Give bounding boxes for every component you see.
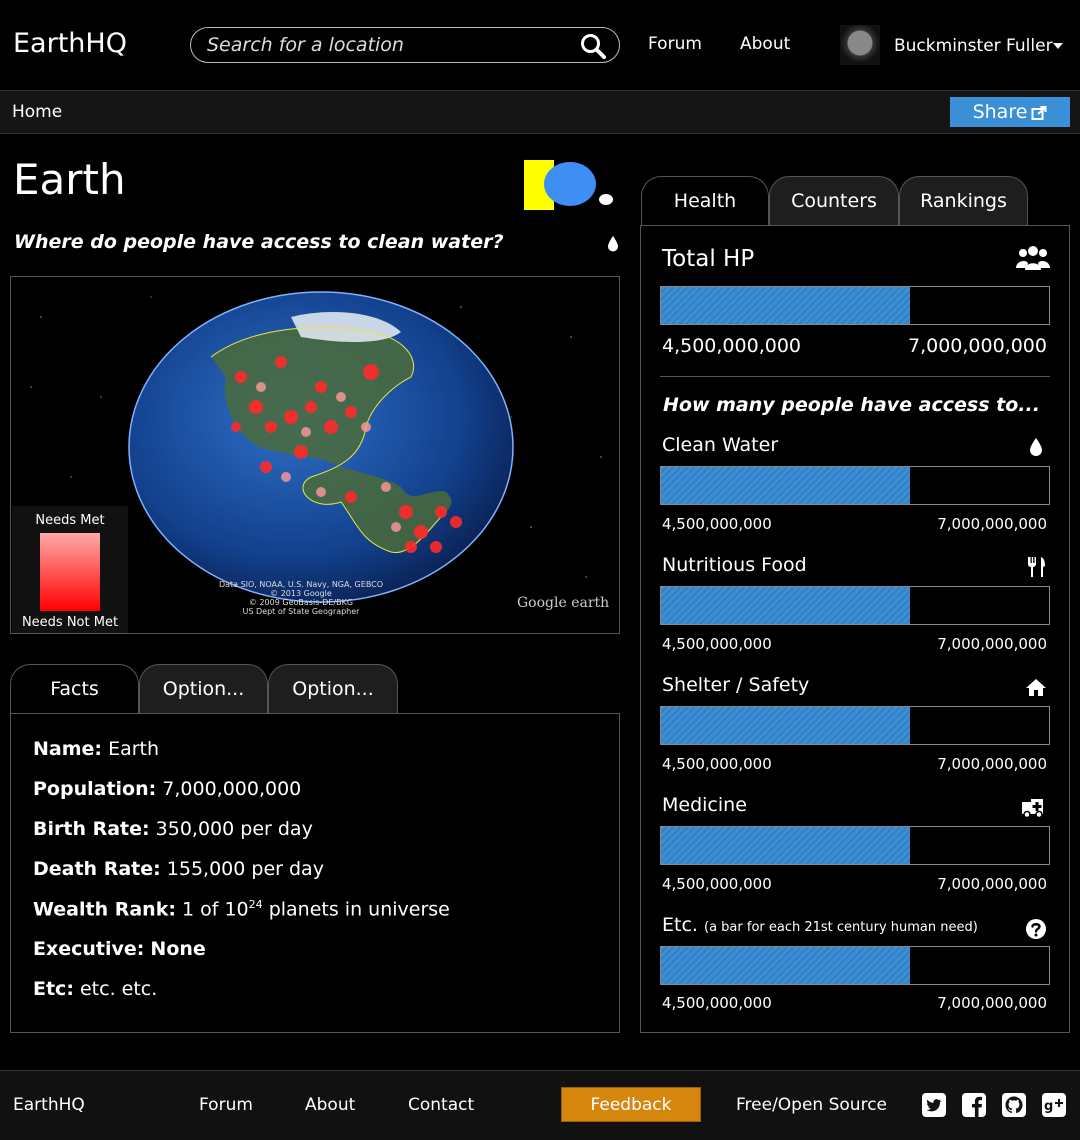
- group-icon: [1016, 246, 1050, 270]
- bar-max-nutritious-food: 7,000,000,000: [937, 635, 1047, 653]
- chevron-down-icon[interactable]: [1053, 43, 1063, 49]
- logo[interactable]: EarthHQ: [13, 28, 127, 59]
- page-title: Earth: [13, 155, 126, 204]
- footer-forum-link[interactable]: Forum: [199, 1095, 253, 1115]
- footer-logo[interactable]: EarthHQ: [13, 1095, 85, 1115]
- share-label: Share: [972, 101, 1028, 123]
- breadcrumb-bar: Home Share: [0, 90, 1080, 134]
- tab-rankings[interactable]: Rankings: [899, 176, 1028, 226]
- footer-contact-link[interactable]: Contact: [408, 1095, 474, 1115]
- need-label-etc: Etc. (a bar for each 21st century human …: [662, 914, 978, 936]
- location-flag: [524, 160, 619, 210]
- share-button[interactable]: Share: [950, 97, 1070, 127]
- legend-needs-met: Needs Met: [35, 513, 105, 528]
- tab-facts[interactable]: Facts: [10, 664, 139, 714]
- fact-executive: Executive: None: [33, 938, 206, 960]
- map-credit: Data SIO, NOAA, U.S. Navy, NGA, GEBCO © …: [218, 580, 384, 616]
- bar-min-shelter: 4,500,000,000: [662, 755, 772, 773]
- footer-about-link[interactable]: About: [305, 1095, 355, 1115]
- divider: [660, 376, 1050, 377]
- bar-max-medicine: 7,000,000,000: [937, 875, 1047, 893]
- water-drop-icon: [1030, 438, 1042, 456]
- facebook-icon[interactable]: [962, 1093, 986, 1117]
- water-drop-icon: [608, 236, 618, 252]
- tab-option-1[interactable]: Option...: [139, 664, 268, 714]
- legend-needs-not-met: Needs Not Met: [21, 615, 119, 630]
- access-question: How many people have access to...: [663, 394, 1040, 416]
- feedback-button[interactable]: Feedback: [561, 1087, 701, 1122]
- header: EarthHQ Forum About Buckminster Fuller: [0, 0, 1080, 90]
- bar-nutritious-food: [660, 586, 1050, 625]
- search-input[interactable]: [207, 32, 567, 58]
- fact-name: Name: Earth: [33, 738, 160, 760]
- total-hp-min: 4,500,000,000: [662, 335, 802, 357]
- globe-map[interactable]: Needs Met Needs Not Met Data SIO, NOAA, …: [10, 276, 620, 634]
- bar-min-medicine: 4,500,000,000: [662, 875, 772, 893]
- need-etc-sub: (a bar for each 21st century human need): [704, 920, 978, 935]
- search-icon[interactable]: [580, 33, 606, 59]
- user-menu[interactable]: Buckminster Fuller: [894, 36, 1053, 56]
- google-plus-icon[interactable]: g: [1042, 1093, 1066, 1117]
- total-hp-max: 7,000,000,000: [907, 335, 1047, 357]
- bar-min-nutritious-food: 4,500,000,000: [662, 635, 772, 653]
- facts-panel: Name: Earth Population: 7,000,000,000 Bi…: [10, 713, 620, 1033]
- total-hp-bar: [660, 286, 1050, 325]
- footer-open-source-link[interactable]: Free/Open Source: [736, 1095, 887, 1115]
- fact-wealth-rank: Wealth Rank: 1 of 1024 planets in univer…: [33, 898, 450, 921]
- share-icon: [1031, 105, 1047, 120]
- total-hp-title: Total HP: [662, 246, 755, 272]
- question-icon[interactable]: [1025, 918, 1047, 940]
- home-icon: [1026, 679, 1046, 696]
- fact-population: Population: 7,000,000,000: [33, 778, 302, 800]
- tab-counters[interactable]: Counters: [769, 176, 899, 226]
- breadcrumb-home[interactable]: Home: [12, 102, 62, 122]
- fact-etc: Etc: etc. etc.: [33, 978, 158, 1000]
- svg-text:g: g: [1044, 1099, 1053, 1114]
- bar-max-etc: 7,000,000,000: [937, 994, 1047, 1012]
- bar-medicine: [660, 826, 1050, 865]
- fact-death-rate: Death Rate: 155,000 per day: [33, 858, 324, 880]
- bar-clean-water: [660, 466, 1050, 505]
- need-label-clean-water: Clean Water: [662, 434, 779, 456]
- fork-knife-icon: [1028, 557, 1045, 577]
- fact-birth-rate: Birth Rate: 350,000 per day: [33, 818, 313, 840]
- need-label-shelter: Shelter / Safety: [662, 674, 810, 696]
- twitter-icon[interactable]: [922, 1093, 946, 1117]
- avatar[interactable]: [840, 25, 880, 65]
- need-label-nutritious-food: Nutritious Food: [662, 554, 807, 576]
- bar-max-clean-water: 7,000,000,000: [937, 515, 1047, 533]
- tab-health[interactable]: Health: [641, 176, 769, 226]
- nav-forum-link[interactable]: Forum: [648, 34, 702, 54]
- map-legend: Needs Met Needs Not Met: [12, 506, 128, 633]
- bar-etc: [660, 946, 1050, 985]
- bar-min-etc: 4,500,000,000: [662, 994, 772, 1012]
- nav-about-link[interactable]: About: [740, 34, 790, 54]
- legend-gradient: [40, 533, 100, 611]
- footer: EarthHQ Forum About Contact Feedback Fre…: [0, 1070, 1080, 1140]
- bar-max-shelter: 7,000,000,000: [937, 755, 1047, 773]
- google-earth-logo: Google earth: [517, 595, 610, 611]
- bar-shelter: [660, 706, 1050, 745]
- need-label-medicine: Medicine: [662, 794, 747, 816]
- bar-min-clean-water: 4,500,000,000: [662, 515, 772, 533]
- health-panel: Total HP 4,500,000,000 7,000,000,000 How…: [640, 225, 1070, 1033]
- map-question: Where do people have access to clean wat…: [14, 231, 504, 253]
- search-box[interactable]: [190, 27, 620, 63]
- github-icon[interactable]: [1002, 1093, 1026, 1117]
- tab-option-2[interactable]: Option...: [268, 664, 398, 714]
- ambulance-icon: [1022, 799, 1043, 818]
